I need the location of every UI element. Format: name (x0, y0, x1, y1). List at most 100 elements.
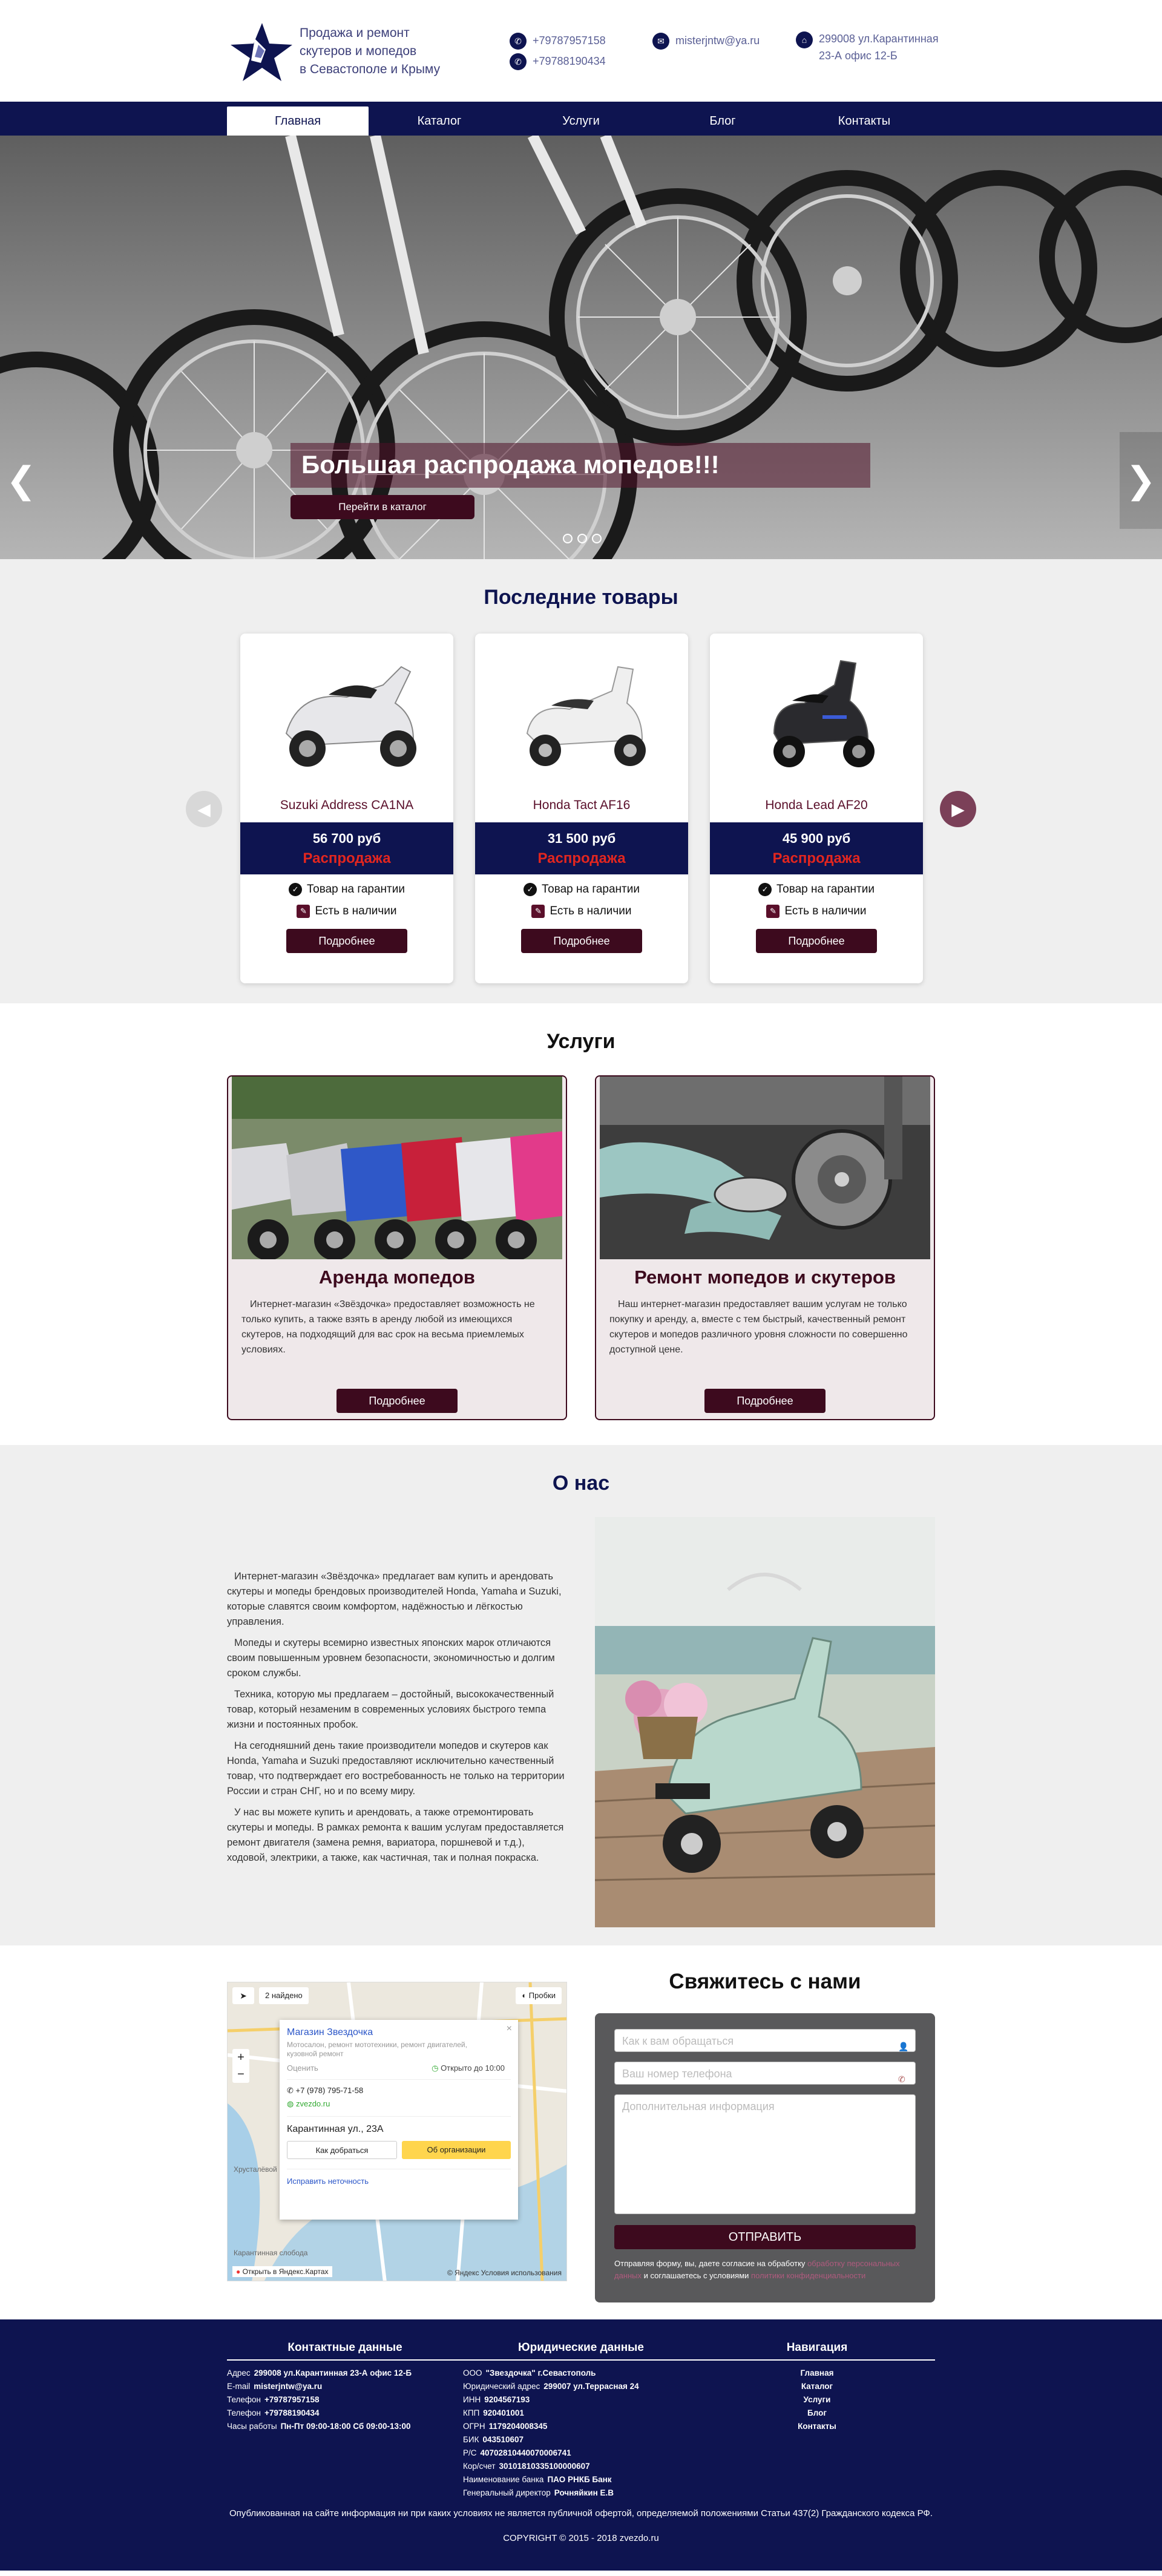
nav-blog[interactable]: Блог (652, 107, 793, 136)
rate-link[interactable]: Оценить (287, 2063, 318, 2073)
phone-field[interactable]: Ваш номер телефона ✆ (614, 2062, 916, 2085)
footer-nav-catalog[interactable]: Каталог (699, 2380, 935, 2393)
footer-contacts: Контактные данные Адрес 299008 ул.Каранти… (227, 2341, 463, 2433)
slider-dot-2[interactable] (577, 534, 587, 543)
footer-nav-contacts[interactable]: Контакты (699, 2420, 935, 2433)
slider-dot-3[interactable] (592, 534, 602, 543)
carousel-next-icon[interactable]: ▶ (940, 791, 976, 827)
row-label: КПП (463, 2408, 480, 2417)
sale-badge: Распродажа (772, 850, 861, 867)
service-title: Аренда мопедов (319, 1267, 475, 1288)
phone-1[interactable]: +79787957158 (533, 34, 606, 47)
locate-icon[interactable]: ➤ (232, 1987, 254, 2004)
footer-row: Кор/счет 30101810335100000607 (463, 2460, 699, 2473)
privacy-policy-link[interactable]: политики конфиденциальности (751, 2271, 865, 2280)
product-price: 45 900 руб (782, 831, 851, 846)
user-icon: 👤 (898, 2042, 909, 2051)
traffic-button[interactable]: ◐ Пробки (516, 1987, 562, 2004)
found-badge[interactable]: 2 найдено (259, 1987, 309, 2004)
service-details-button[interactable]: Подробнее (704, 1389, 826, 1413)
product-card[interactable]: Honda Tact AF16 31 500 руб Распродажа ✓ Т… (475, 634, 688, 983)
clock-icon: ◷ (432, 2063, 441, 2073)
slider-next-arrow-icon[interactable]: ❯ (1120, 432, 1162, 529)
sale-badge: Распродажа (303, 850, 391, 867)
price-box: 31 500 руб Распродажа (475, 822, 688, 874)
product-card[interactable]: Honda Lead AF20 45 900 руб Распродажа ✓ Т… (710, 634, 923, 983)
details-button[interactable]: Подробнее (286, 929, 407, 954)
open-in-yandex-link[interactable]: ● Открыть в Яндекс.Картах (232, 2266, 332, 2277)
product-card[interactable]: Suzuki Address CA1NA 56 700 руб Распрода… (240, 634, 453, 983)
phone-icon: ✆ (287, 2086, 296, 2095)
product-image[interactable] (240, 634, 453, 791)
traffic-label: Пробки (528, 1991, 556, 2000)
row-value[interactable]: +79787957158 (264, 2395, 319, 2404)
stock-row: ✎ Есть в наличии (710, 905, 923, 919)
about-org-button[interactable]: Об организации (402, 2141, 511, 2159)
org-site[interactable]: zvezdo.ru (296, 2099, 330, 2108)
email-link[interactable]: misterjntw@ya.ru (675, 34, 760, 47)
product-name[interactable]: Honda Tact AF16 (475, 798, 688, 813)
yandex-map[interactable]: ➤ 2 найдено ◐ Пробки + − Хрусталёвой Кара… (227, 1982, 567, 2281)
nav-services[interactable]: Услуги (510, 107, 652, 136)
org-name[interactable]: Магазин Звездочка (287, 2027, 511, 2038)
star-logo-icon[interactable] (227, 21, 295, 86)
slider-dot-1[interactable] (563, 534, 573, 543)
row-label: Телефон (227, 2395, 261, 2404)
row-label: ОГРН (463, 2422, 485, 2431)
footer-row: ООО "Звездочка" г.Севастополь (463, 2367, 699, 2380)
footer-nav-home[interactable]: Главная (699, 2367, 935, 2380)
slider-prev-arrow-icon[interactable]: ❮ (0, 432, 42, 529)
carousel-prev-icon[interactable]: ◀ (186, 791, 222, 827)
service-text: Интернет-магазин «Звёздочка» предоставля… (241, 1299, 535, 1355)
info-textarea[interactable]: Дополнительная информация (614, 2094, 916, 2214)
map-terms[interactable]: © Яндекс Условия использования (447, 2269, 562, 2277)
footer-row: КПП 920401001 (463, 2407, 699, 2420)
org-phone[interactable]: +7 (978) 795-71-58 (296, 2086, 364, 2095)
rental-photo (232, 1077, 562, 1259)
footer-row: Часы работы Пн-Пт 09:00-18:00 Сб 09:00-13… (227, 2420, 463, 2433)
product-image[interactable] (475, 634, 688, 791)
name-field[interactable]: Как к вам обращаться 👤 (614, 2029, 916, 2052)
footer-nav-blog[interactable]: Блог (699, 2407, 935, 2420)
contact-section: ➤ 2 найдено ◐ Пробки + − Хрусталёвой Кара… (0, 1945, 1162, 2319)
products-carousel: ◀ ▶ Suzuki Address CA1NA 56 700 руб Расп… (186, 634, 976, 985)
service-text: Наш интернет-магазин предоставляет вашим… (609, 1299, 908, 1355)
route-button[interactable]: Как добраться (287, 2141, 397, 2159)
row-value: 299007 ул.Террасная 24 (543, 2382, 639, 2391)
fix-link[interactable]: Исправить неточность (287, 2169, 511, 2186)
zoom-in-icon[interactable]: + (232, 2049, 249, 2066)
row-label: БИК (463, 2435, 479, 2444)
zoom-out-icon[interactable]: − (232, 2066, 249, 2083)
go-to-catalog-button[interactable]: Перейти в каталог (290, 495, 474, 519)
phone-2[interactable]: +79788190434 (533, 55, 606, 67)
footer-copyright: COPYRIGHT © 2015 - 2018 zvezdo.ru (503, 2533, 659, 2543)
stock-text: Есть в наличии (550, 905, 632, 918)
row-label: Юридический адрес (463, 2382, 540, 2391)
org-meta: Оценить ◷ Открыто до 10:00 (287, 2063, 505, 2073)
checklist-icon: ✎ (297, 905, 310, 919)
row-label: Телефон (227, 2408, 261, 2417)
footer-row: E-mail misterjntw@ya.ru (227, 2380, 463, 2393)
row-value[interactable]: +79788190434 (264, 2408, 319, 2417)
price-box: 45 900 руб Распродажа (710, 822, 923, 874)
product-name[interactable]: Suzuki Address CA1NA (240, 798, 453, 813)
details-button[interactable]: Подробнее (521, 929, 642, 954)
row-value: 9204567193 (484, 2395, 530, 2404)
footer-nav-services[interactable]: Услуги (699, 2393, 935, 2407)
close-icon[interactable]: × (507, 2024, 512, 2034)
contact-form: Как к вам обращаться 👤 Ваш номер телефона… (595, 2013, 935, 2302)
footer-nav-title: Навигация (699, 2341, 935, 2361)
details-button[interactable]: Подробнее (756, 929, 877, 954)
about-paragraph: Интернет-магазин «Звёздочка» предлагает … (227, 1571, 562, 1627)
service-details-button[interactable]: Подробнее (336, 1389, 458, 1413)
product-name[interactable]: Honda Lead AF20 (710, 798, 923, 813)
product-image[interactable] (710, 634, 923, 791)
map-label-left: Хрусталёвой (234, 2165, 277, 2174)
send-button[interactable]: ОТПРАВИТЬ (614, 2225, 916, 2249)
nav-home[interactable]: Главная (227, 107, 369, 136)
nav-contacts[interactable]: Контакты (793, 107, 935, 136)
shield-check-icon: ✓ (524, 883, 537, 896)
nav-catalog[interactable]: Каталог (369, 107, 510, 136)
row-value[interactable]: misterjntw@ya.ru (254, 2382, 322, 2391)
org-actions: Как добраться Об организации (287, 2141, 511, 2159)
